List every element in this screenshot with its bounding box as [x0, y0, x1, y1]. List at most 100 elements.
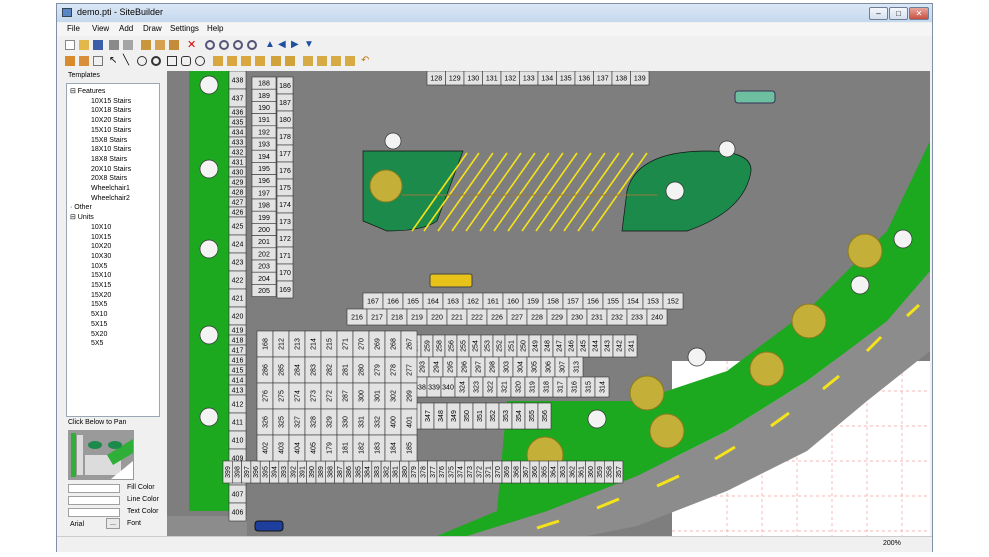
tree-item[interactable]: Wheelchair1	[91, 184, 130, 193]
tree-item[interactable]: 10X10	[91, 223, 111, 232]
unit-tool-icon[interactable]	[65, 56, 75, 66]
oval-tool-icon[interactable]	[195, 56, 205, 66]
rectangle-tool-icon[interactable]	[167, 56, 177, 66]
menu-file[interactable]: File	[67, 24, 80, 33]
select-arrow-icon[interactable]: ↖	[109, 56, 119, 66]
unit-label: 378	[420, 466, 427, 478]
tree-item[interactable]: 15X10 Stairs	[91, 126, 131, 135]
ungroup-icon[interactable]	[345, 56, 355, 66]
cut-icon[interactable]	[141, 40, 151, 50]
tree-item[interactable]: Wheelchair2	[91, 194, 130, 203]
line-color-swatch[interactable]	[68, 496, 120, 505]
tree-item[interactable]: 15X5	[91, 300, 107, 309]
unit-label: 158	[547, 299, 559, 306]
tree-folder[interactable]: · Other	[70, 203, 92, 212]
tree-folder[interactable]: ⊟ Units	[70, 213, 94, 222]
tree-item[interactable]: 20X8 Stairs	[91, 174, 127, 183]
new-icon[interactable]	[65, 40, 75, 50]
pan-left-icon[interactable]: ◀	[278, 40, 288, 50]
zoom-fit-icon[interactable]	[233, 40, 243, 50]
unit-label: 360	[588, 466, 595, 478]
rounded-rect-tool-icon[interactable]	[181, 56, 191, 66]
tree-item[interactable]: 15X10	[91, 271, 111, 280]
unit-label: 340	[442, 385, 454, 392]
bring-front-icon[interactable]	[303, 56, 313, 66]
print-icon[interactable]	[109, 40, 119, 50]
line-tool-icon[interactable]: ╲	[123, 56, 133, 66]
close-button[interactable]: ✕	[909, 7, 929, 20]
template-tree[interactable]: ⊟ Features 10X15 Stairs 10X18 Stairs 10X20 …	[66, 83, 160, 417]
unit-label: 157	[567, 299, 579, 306]
menu-add[interactable]: Add	[119, 24, 133, 33]
fill-color-swatch[interactable]	[68, 484, 120, 493]
pan-down-icon[interactable]: ▼	[304, 40, 314, 50]
open-icon[interactable]	[79, 40, 89, 50]
tree-item[interactable]: 10X20 Stairs	[91, 116, 131, 125]
tree-item[interactable]: 5X5	[91, 339, 103, 348]
zoom-out-icon[interactable]	[219, 40, 229, 50]
ellipse-tool-icon[interactable]	[151, 56, 161, 66]
unit-label: 258	[437, 340, 444, 352]
align-left-icon[interactable]	[213, 56, 223, 66]
menu-view[interactable]: View	[92, 24, 109, 33]
unit-label: 173	[279, 219, 291, 226]
tree-item[interactable]: 15X8 Stairs	[91, 136, 127, 145]
tree-item[interactable]: 20X10 Stairs	[91, 165, 131, 174]
text-color-swatch[interactable]	[68, 508, 120, 517]
tree-item[interactable]: 10X15 Stairs	[91, 97, 131, 106]
paste-icon[interactable]	[169, 40, 179, 50]
tree-item[interactable]: 15X20	[91, 291, 111, 300]
tree-item[interactable]: 18X8 Stairs	[91, 155, 127, 164]
unit-label: 325	[279, 416, 286, 428]
save-icon[interactable]	[93, 40, 103, 50]
copy-icon[interactable]	[155, 40, 165, 50]
font-picker-button[interactable]: ...	[106, 518, 120, 529]
unit-label: 139	[634, 76, 646, 83]
pan-minimap[interactable]	[68, 430, 134, 480]
maximize-button[interactable]: □	[889, 7, 908, 20]
tree-item[interactable]: 5X10	[91, 310, 107, 319]
site-canvas[interactable]: 128 129 130 131 132 133 134 135 136 137 138 139 438 4…	[167, 71, 930, 536]
unit-label: 204	[258, 276, 270, 283]
multi-unit-tool-icon[interactable]	[79, 56, 89, 66]
tree-item[interactable]: 10X15	[91, 233, 111, 242]
group-icon[interactable]	[331, 56, 341, 66]
delete-icon[interactable]: ✕	[187, 40, 197, 51]
circle-tool-icon[interactable]	[137, 56, 147, 66]
title-bar[interactable]: demo.pti - SiteBuilder – □ ✕	[57, 4, 932, 22]
unit-label: 431	[232, 160, 244, 167]
tree-item[interactable]: 10X18 Stairs	[91, 106, 131, 115]
pan-up-icon[interactable]: ▲	[265, 40, 275, 50]
unit-label: 324	[460, 381, 467, 393]
menu-help[interactable]: Help	[207, 24, 223, 33]
print-preview-icon[interactable]	[123, 40, 133, 50]
text-color-label: Text Color	[127, 508, 159, 515]
unit-label: 395	[262, 466, 269, 478]
space-horizontal-icon[interactable]	[271, 56, 281, 66]
align-bottom-icon[interactable]	[255, 56, 265, 66]
tree-item[interactable]: 10X5	[91, 262, 107, 271]
tree-item[interactable]: 5X20	[91, 330, 107, 339]
tree-item[interactable]: 10X20	[91, 242, 111, 251]
unit-label: 428	[232, 190, 244, 197]
zoom-extents-icon[interactable]	[247, 40, 257, 50]
zoom-in-icon[interactable]	[205, 40, 215, 50]
menu-settings[interactable]: Settings	[170, 24, 199, 33]
send-back-icon[interactable]	[317, 56, 327, 66]
tree-folder[interactable]: ⊟ Features	[70, 87, 105, 96]
space-vertical-icon[interactable]	[285, 56, 295, 66]
rotate-tool-icon[interactable]	[93, 56, 103, 66]
tree-item[interactable]: 15X15	[91, 281, 111, 290]
unit-label: 416	[232, 358, 244, 365]
unit-label: 433	[232, 140, 244, 147]
tree-item[interactable]: 5X15	[91, 320, 107, 329]
undo-icon[interactable]: ↶	[361, 56, 371, 66]
minimize-button[interactable]: –	[869, 7, 888, 20]
unit-label: 259	[425, 340, 432, 352]
align-right-icon[interactable]	[227, 56, 237, 66]
align-top-icon[interactable]	[241, 56, 251, 66]
pan-right-icon[interactable]: ▶	[291, 40, 301, 50]
tree-item[interactable]: 18X10 Stairs	[91, 145, 131, 154]
tree-item[interactable]: 10X30	[91, 252, 111, 261]
menu-draw[interactable]: Draw	[143, 24, 162, 33]
